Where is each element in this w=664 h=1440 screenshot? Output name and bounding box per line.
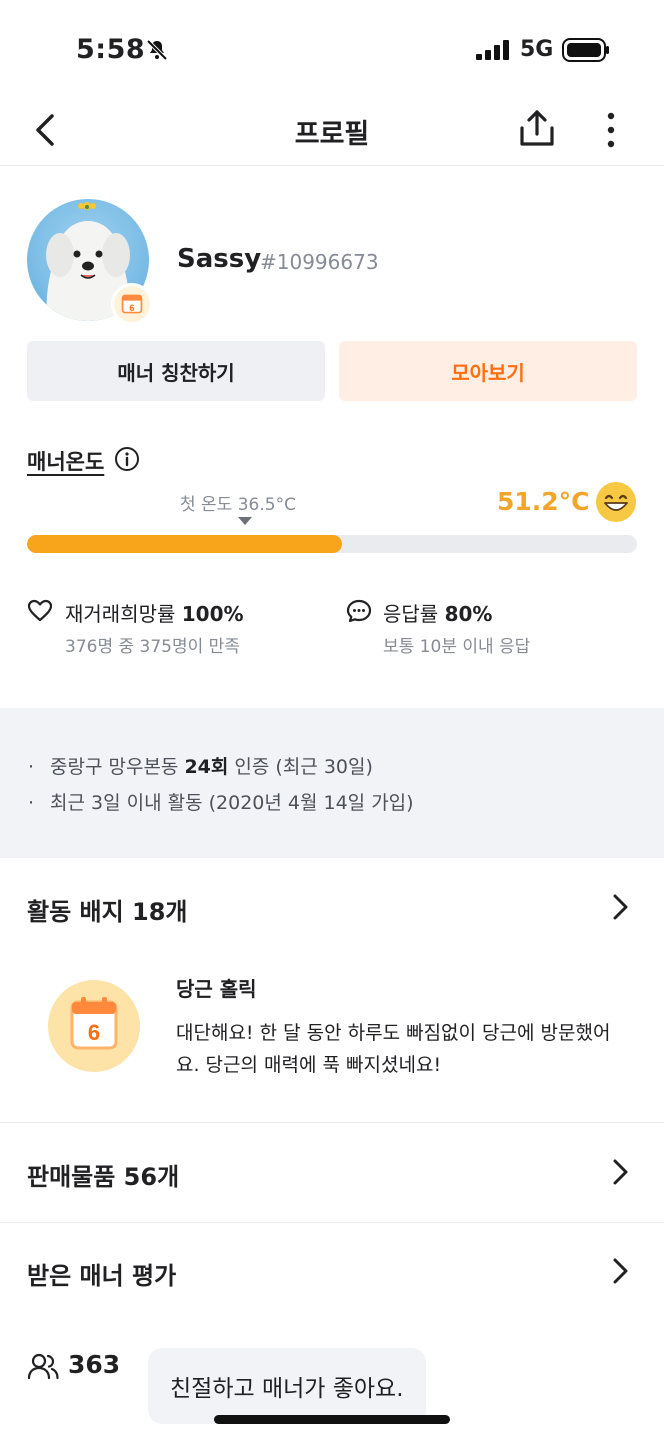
info-icon[interactable] bbox=[114, 446, 140, 472]
rehire-rate-detail: 376명 중 375명이 만족 bbox=[65, 637, 240, 657]
reviews-section-title: 받은 매너 평가 bbox=[27, 1262, 177, 1290]
rehire-rate-label: 재거래희망률 bbox=[65, 602, 176, 626]
badges-section-title: 활동 배지 18개 bbox=[27, 898, 188, 926]
badge-title: 당근 홀릭 bbox=[176, 977, 257, 1001]
manner-temperature-bar bbox=[27, 535, 637, 553]
first-temperature-label: 첫 온도 36.5°C bbox=[180, 495, 296, 515]
profile-id: #10996673 bbox=[260, 250, 379, 274]
manner-temperature-title[interactable]: 매너온도 bbox=[27, 446, 104, 476]
activity-info-text: 최근 3일 이내 활동 (2020년 4월 14일 가입) bbox=[50, 792, 414, 814]
response-rate-detail: 보통 10분 이내 응답 bbox=[383, 637, 531, 657]
svg-text:6: 6 bbox=[88, 1020, 100, 1045]
share-icon[interactable] bbox=[516, 106, 558, 150]
badge-description: 대단해요! 한 달 동안 하루도 빠짐없이 당근에 방문했어요. 당근의 매력에… bbox=[176, 1022, 611, 1076]
calendar-badge-art: 6 bbox=[70, 997, 118, 1050]
chat-bubble-icon bbox=[346, 599, 372, 623]
response-rate-label: 응답률 bbox=[383, 602, 439, 626]
rehire-rate: 재거래희망률 100% bbox=[65, 598, 244, 627]
calendar-badge-icon: 6 bbox=[111, 283, 153, 325]
status-time: 5:58 bbox=[76, 34, 146, 65]
users-icon bbox=[27, 1353, 59, 1380]
review-chip[interactable]: 친절하고 매너가 좋아요. bbox=[148, 1348, 426, 1424]
sales-section-header[interactable]: 판매물품 56개 bbox=[0, 1123, 664, 1219]
manner-temperature-value: 51.2°C bbox=[497, 487, 590, 516]
battery-icon bbox=[562, 38, 609, 62]
signal-icon bbox=[476, 40, 509, 60]
activity-info: · 최근 3일 이내 활동 (2020년 4월 14일 가입) bbox=[28, 788, 414, 815]
verification-info-prefix: 중랑구 망우본동 bbox=[50, 756, 185, 778]
chevron-right-icon bbox=[613, 1159, 628, 1185]
more-options-icon[interactable] bbox=[600, 110, 622, 150]
reviews-section-header[interactable]: 받은 매너 평가 bbox=[0, 1223, 664, 1319]
response-rate: 응답률 80% bbox=[383, 598, 492, 627]
collect-view-button[interactable]: 모아보기 bbox=[339, 341, 637, 401]
smile-emoji-icon bbox=[596, 482, 636, 522]
bullet: · bbox=[28, 792, 35, 814]
badges-section-header[interactable]: 활동 배지 18개 bbox=[0, 858, 664, 954]
chevron-right-icon bbox=[613, 1258, 628, 1284]
verification-count: 24회 bbox=[184, 756, 229, 778]
activity-info-box: · 중랑구 망우본동 24회 인증 (최근 30일) · 최근 3일 이내 활동 (… bbox=[0, 708, 664, 858]
manner-praise-button[interactable]: 매너 칭찬하기 bbox=[27, 341, 325, 401]
verification-info-suffix: 인증 (최근 30일) bbox=[228, 756, 373, 778]
rehire-rate-value: 100% bbox=[181, 602, 244, 626]
nav-bar: 프로필 bbox=[0, 100, 664, 166]
svg-text:6: 6 bbox=[129, 302, 134, 313]
carrot-holic-badge-icon[interactable]: 6 bbox=[48, 980, 140, 1072]
heart-icon bbox=[27, 599, 53, 622]
network-label: 5G bbox=[520, 37, 554, 62]
caret-down-icon bbox=[238, 517, 252, 525]
profile-name: Sassy bbox=[177, 244, 262, 274]
page-title: 프로필 bbox=[294, 119, 370, 150]
bell-muted-icon bbox=[146, 39, 168, 61]
verification-info: · 중랑구 망우본동 24회 인증 (최근 30일) bbox=[28, 752, 373, 779]
sales-section-title: 판매물품 56개 bbox=[27, 1163, 180, 1191]
response-rate-value: 80% bbox=[444, 602, 493, 626]
manner-temperature-fill bbox=[27, 535, 343, 553]
chevron-right-icon bbox=[613, 894, 628, 920]
home-indicator bbox=[214, 1415, 450, 1424]
bullet: · bbox=[28, 756, 35, 778]
status-bar: 5:58 5G bbox=[0, 0, 664, 100]
review-count: 363 bbox=[68, 1350, 121, 1379]
